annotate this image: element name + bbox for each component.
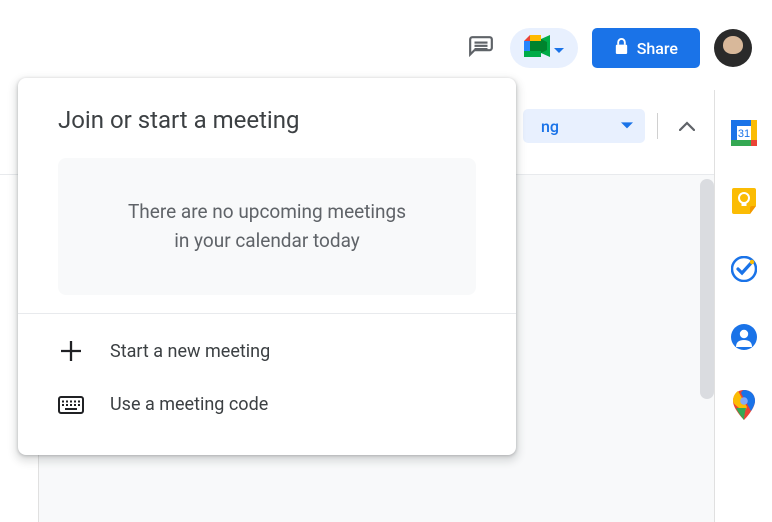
start-new-meeting-label: Start a new meeting bbox=[110, 341, 270, 362]
collapse-ribbon-button[interactable] bbox=[670, 109, 704, 143]
no-meetings-message: There are no upcoming meetings in your c… bbox=[58, 158, 476, 295]
caret-down-icon bbox=[621, 117, 633, 136]
side-panel: 31 bbox=[714, 90, 772, 522]
keyboard-icon bbox=[58, 396, 84, 414]
comment-history-button[interactable] bbox=[466, 33, 496, 63]
plus-icon bbox=[58, 340, 84, 362]
share-label: Share bbox=[637, 39, 678, 58]
maps-app-icon[interactable] bbox=[731, 392, 757, 418]
keep-app-icon[interactable] bbox=[731, 188, 757, 214]
comment-icon bbox=[468, 35, 494, 61]
lock-icon bbox=[614, 38, 629, 59]
ribbon-right-cluster: ng bbox=[523, 106, 714, 146]
start-new-meeting-option[interactable]: Start a new meeting bbox=[18, 324, 516, 378]
use-meeting-code-option[interactable]: Use a meeting code bbox=[18, 378, 516, 431]
meet-dropdown-panel: Join or start a meeting There are no upc… bbox=[18, 78, 516, 455]
share-button[interactable]: Share bbox=[592, 28, 700, 68]
scrollbar[interactable] bbox=[700, 179, 714, 399]
tasks-app-icon[interactable] bbox=[731, 256, 757, 282]
use-meeting-code-label: Use a meeting code bbox=[110, 394, 268, 415]
no-meetings-line1: There are no upcoming meetings bbox=[88, 198, 446, 227]
header-toolbar: Share bbox=[466, 28, 752, 68]
separator bbox=[657, 113, 658, 139]
divider bbox=[18, 313, 516, 314]
calendar-app-icon[interactable]: 31 bbox=[731, 120, 757, 146]
editing-mode-dropdown[interactable]: ng bbox=[523, 109, 645, 143]
contacts-app-icon[interactable] bbox=[731, 324, 757, 350]
svg-text:31: 31 bbox=[737, 128, 749, 140]
account-avatar[interactable] bbox=[714, 29, 752, 67]
google-meet-icon bbox=[524, 35, 550, 61]
caret-down-icon bbox=[554, 39, 564, 58]
no-meetings-line2: in your calendar today bbox=[88, 227, 446, 256]
editing-mode-label: ng bbox=[541, 117, 559, 136]
meet-panel-title: Join or start a meeting bbox=[18, 106, 516, 158]
meet-dropdown-button[interactable] bbox=[510, 28, 578, 68]
